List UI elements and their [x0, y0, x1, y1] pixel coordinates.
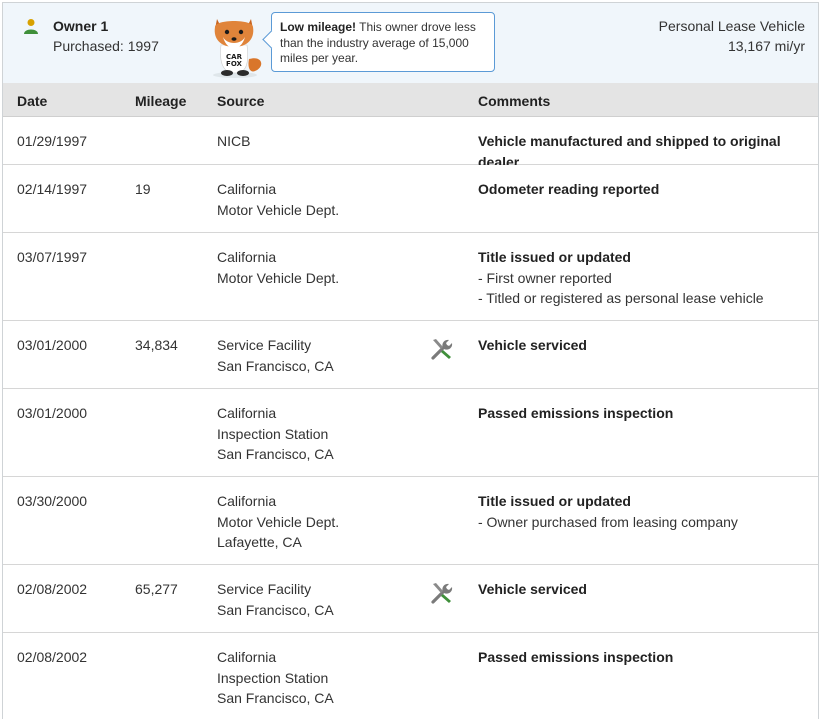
comment-headline: Title issued or updated	[478, 493, 631, 509]
row-comments: Odometer reading reported	[478, 179, 813, 200]
low-mileage-tooltip: Low mileage! This owner drove less than …	[271, 12, 495, 72]
carfox-mascot: CAR FOX	[213, 19, 262, 78]
row-date: 02/14/1997	[17, 181, 88, 197]
row-date: 03/01/2000	[17, 337, 88, 353]
row-date: 03/30/2000	[17, 493, 88, 509]
table-row: 03/01/2000 34,834 Service Facility San Fran…	[3, 321, 818, 389]
row-date: 03/01/2000	[17, 405, 88, 421]
tip-headline: Low mileage!	[280, 20, 357, 34]
row-source: California Inspection Station San Francisc…	[217, 647, 334, 709]
wrench-screwdriver-icon	[431, 339, 453, 360]
vehicle-type: Personal Lease Vehicle	[658, 18, 805, 34]
owner-title: Owner 1	[53, 18, 109, 34]
source-line: California	[217, 649, 277, 665]
row-mileage: 65,277	[135, 581, 178, 597]
person-icon	[24, 19, 38, 34]
comment-detail: - First owner reported	[478, 269, 612, 286]
source-line: California	[217, 181, 277, 197]
source-line: San Francisco, CA	[217, 690, 334, 706]
source-line: San Francisco, CA	[217, 357, 334, 374]
wrench-screwdriver-icon	[431, 583, 453, 604]
row-mileage: 34,834	[135, 337, 178, 353]
row-date: 02/08/2002	[17, 581, 88, 597]
source-line: NICB	[217, 133, 251, 149]
col-source: Source	[217, 93, 265, 109]
row-comments: Passed emissions inspection	[478, 647, 813, 668]
owner-header: Owner 1 Purchased: 1997 CAR FOX Low mile…	[3, 3, 818, 84]
comment-headline: Passed emissions inspection	[478, 649, 674, 665]
table-row: 03/01/2000 California Inspection Station Sa…	[3, 389, 818, 477]
row-date: 02/08/2002	[17, 649, 88, 665]
row-comments: Title issued or updated - Owner purchased…	[478, 491, 813, 532]
table-row: 02/14/1997 19 California Motor Vehicle Dept…	[3, 165, 818, 233]
source-line: Inspection Station	[217, 425, 329, 442]
row-comments: Passed emissions inspection	[478, 403, 813, 424]
table-row: 01/29/1997 NICB Vehicle manufactured and s…	[3, 117, 818, 170]
source-line: Service Facility	[217, 337, 312, 353]
row-mileage: 19	[135, 181, 151, 197]
comment-headline: Odometer reading reported	[478, 181, 660, 197]
vehicle-history-panel: Owner 1 Purchased: 1997 CAR FOX Low mile…	[2, 2, 819, 719]
source-line: California	[217, 249, 277, 265]
col-comments: Comments	[478, 93, 551, 109]
row-comments: Vehicle serviced	[478, 579, 813, 600]
row-source: California Motor Vehicle Dept.	[217, 179, 339, 220]
col-mileage: Mileage	[135, 93, 187, 109]
row-source: NICB	[217, 131, 250, 152]
source-line: Lafayette, CA	[217, 534, 302, 550]
row-source: California Motor Vehicle Dept.	[217, 247, 339, 288]
row-comments: Vehicle serviced	[478, 335, 813, 356]
row-date: 03/07/1997	[17, 249, 88, 265]
table-row: 02/08/2002 California Inspection Station Sa…	[3, 633, 818, 719]
source-line: California	[217, 405, 277, 421]
table-row: 02/08/2002 65,277 Service Facility San Fran…	[3, 565, 818, 633]
svg-text:FOX: FOX	[226, 60, 242, 68]
comment-headline: Passed emissions inspection	[478, 405, 674, 421]
comment-headline: Vehicle serviced	[478, 337, 587, 353]
comment-headline: Title issued or updated	[478, 249, 631, 265]
table-row: 03/07/1997 California Motor Vehicle Dept. T…	[3, 233, 818, 321]
source-line: Service Facility	[217, 581, 312, 597]
table-row: 03/30/2000 California Motor Vehicle Dept. L…	[3, 477, 818, 565]
comment-detail: - Titled or registered as personal lease…	[478, 290, 764, 306]
row-source: Service Facility San Francisco, CA	[217, 335, 334, 376]
comment-detail: - Owner purchased from leasing company	[478, 513, 738, 530]
owner-purchased: Purchased: 1997	[53, 38, 159, 54]
table-header: Date Mileage Source Comments	[3, 83, 818, 117]
row-comments: Title issued or updated - First owner rep…	[478, 247, 813, 309]
source-line: Motor Vehicle Dept.	[217, 201, 340, 218]
source-line: San Francisco, CA	[217, 601, 334, 618]
source-line: San Francisco, CA	[217, 446, 334, 462]
source-line: Motor Vehicle Dept.	[217, 269, 340, 286]
comment-headline: Vehicle serviced	[478, 581, 587, 597]
source-line: California	[217, 493, 277, 509]
row-source: Service Facility San Francisco, CA	[217, 579, 334, 620]
mileage-rate: 13,167 mi/yr	[727, 38, 805, 54]
row-date: 01/29/1997	[17, 133, 88, 149]
row-source: California Inspection Station San Francisc…	[217, 403, 334, 465]
row-source: California Motor Vehicle Dept. Lafayette, …	[217, 491, 339, 553]
source-line: Motor Vehicle Dept.	[217, 513, 340, 530]
col-date: Date	[17, 93, 48, 109]
source-line: Inspection Station	[217, 669, 329, 686]
